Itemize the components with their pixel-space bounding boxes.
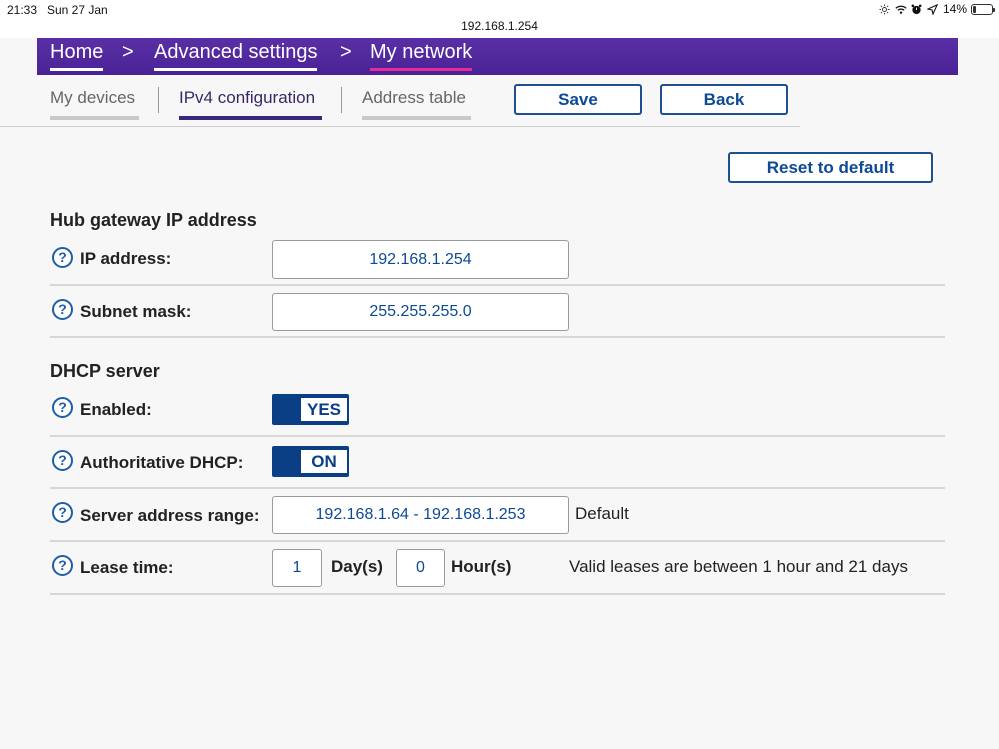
divider [50, 435, 945, 437]
server-address-range-label: Server address range: [80, 506, 260, 525]
help-icon[interactable]: ? [52, 502, 73, 523]
battery-percent: 14% [942, 2, 967, 16]
divider [50, 284, 945, 286]
wifi-icon [895, 3, 907, 15]
reset-to-default-button[interactable]: Reset to default [728, 152, 933, 183]
breadcrumb-home[interactable]: Home [50, 39, 104, 71]
battery-icon [971, 3, 995, 15]
address-bar-url[interactable]: 192.168.1.254 [0, 19, 999, 33]
status-bar: 21:33 Sun 27 Jan 192.168.1.254 14% [0, 0, 999, 38]
lease-time-label: Lease time: [80, 558, 174, 577]
days-unit-label: Day(s) [331, 557, 383, 576]
dhcp-enabled-toggle[interactable]: YES [272, 394, 349, 425]
help-icon[interactable]: ? [52, 450, 73, 471]
divider [50, 336, 945, 338]
help-icon[interactable]: ? [52, 247, 73, 268]
authoritative-dhcp-label: Authoritative DHCP: [80, 453, 244, 472]
status-date: Sun 27 Jan [47, 3, 108, 17]
breadcrumb: Home > Advanced settings > My network [37, 38, 958, 75]
breadcrumb-advanced-settings[interactable]: Advanced settings [154, 39, 318, 71]
chevron-right-icon: > [122, 41, 134, 63]
authoritative-dhcp-toggle[interactable]: ON [272, 446, 349, 477]
location-icon [927, 3, 939, 15]
help-icon[interactable]: ? [52, 299, 73, 320]
dhcp-enabled-label: Enabled: [80, 400, 152, 419]
dhcp-server-heading: DHCP server [50, 361, 160, 381]
tab-indicator [362, 116, 471, 120]
breadcrumb-my-network[interactable]: My network [370, 39, 473, 71]
divider [50, 487, 945, 489]
hub-gateway-heading: Hub gateway IP address [50, 210, 257, 230]
status-time: 21:33 [7, 3, 38, 17]
divider [50, 593, 945, 595]
toggle-state: YES [301, 398, 347, 421]
tab-indicator [50, 116, 139, 120]
subnet-mask-label: Subnet mask: [80, 302, 192, 321]
toggle-state: ON [301, 450, 347, 473]
tab-label: Address table [362, 88, 466, 107]
divider [50, 540, 945, 542]
lease-days-field[interactable]: 1 [272, 549, 322, 587]
chevron-right-icon: > [340, 41, 352, 63]
alarm-icon [911, 3, 923, 15]
tab-ipv4-configuration[interactable]: IPv4 configuration [179, 88, 322, 120]
tab-address-table[interactable]: Address table [362, 88, 471, 120]
back-button[interactable]: Back [660, 84, 788, 115]
save-button[interactable]: Save [514, 84, 642, 115]
status-icons: 14% [879, 2, 995, 16]
tab-label: My devices [50, 88, 136, 107]
help-icon[interactable]: ? [52, 397, 73, 418]
tab-my-devices[interactable]: My devices [50, 88, 139, 120]
brightness-icon [879, 3, 891, 15]
hours-unit-label: Hour(s) [451, 557, 512, 576]
range-default-note: Default [575, 504, 629, 523]
ip-address-field[interactable]: 192.168.1.254 [272, 240, 569, 279]
ip-address-label: IP address: [80, 249, 172, 268]
tab-indicator [179, 116, 322, 120]
toggle-knob [274, 448, 300, 475]
lease-hours-field[interactable]: 0 [396, 549, 445, 587]
tab-divider [158, 87, 159, 113]
tab-divider [341, 87, 342, 113]
lease-validity-note: Valid leases are between 1 hour and 21 d… [569, 557, 908, 576]
server-address-range-field[interactable]: 192.168.1.64 - 192.168.1.253 [272, 496, 569, 534]
tab-label: IPv4 configuration [179, 88, 316, 107]
subnet-mask-field[interactable]: 255.255.255.0 [272, 293, 569, 331]
tab-bar: My devices IPv4 configuration Address ta… [0, 75, 800, 127]
help-icon[interactable]: ? [52, 555, 73, 576]
toggle-knob [274, 396, 300, 423]
